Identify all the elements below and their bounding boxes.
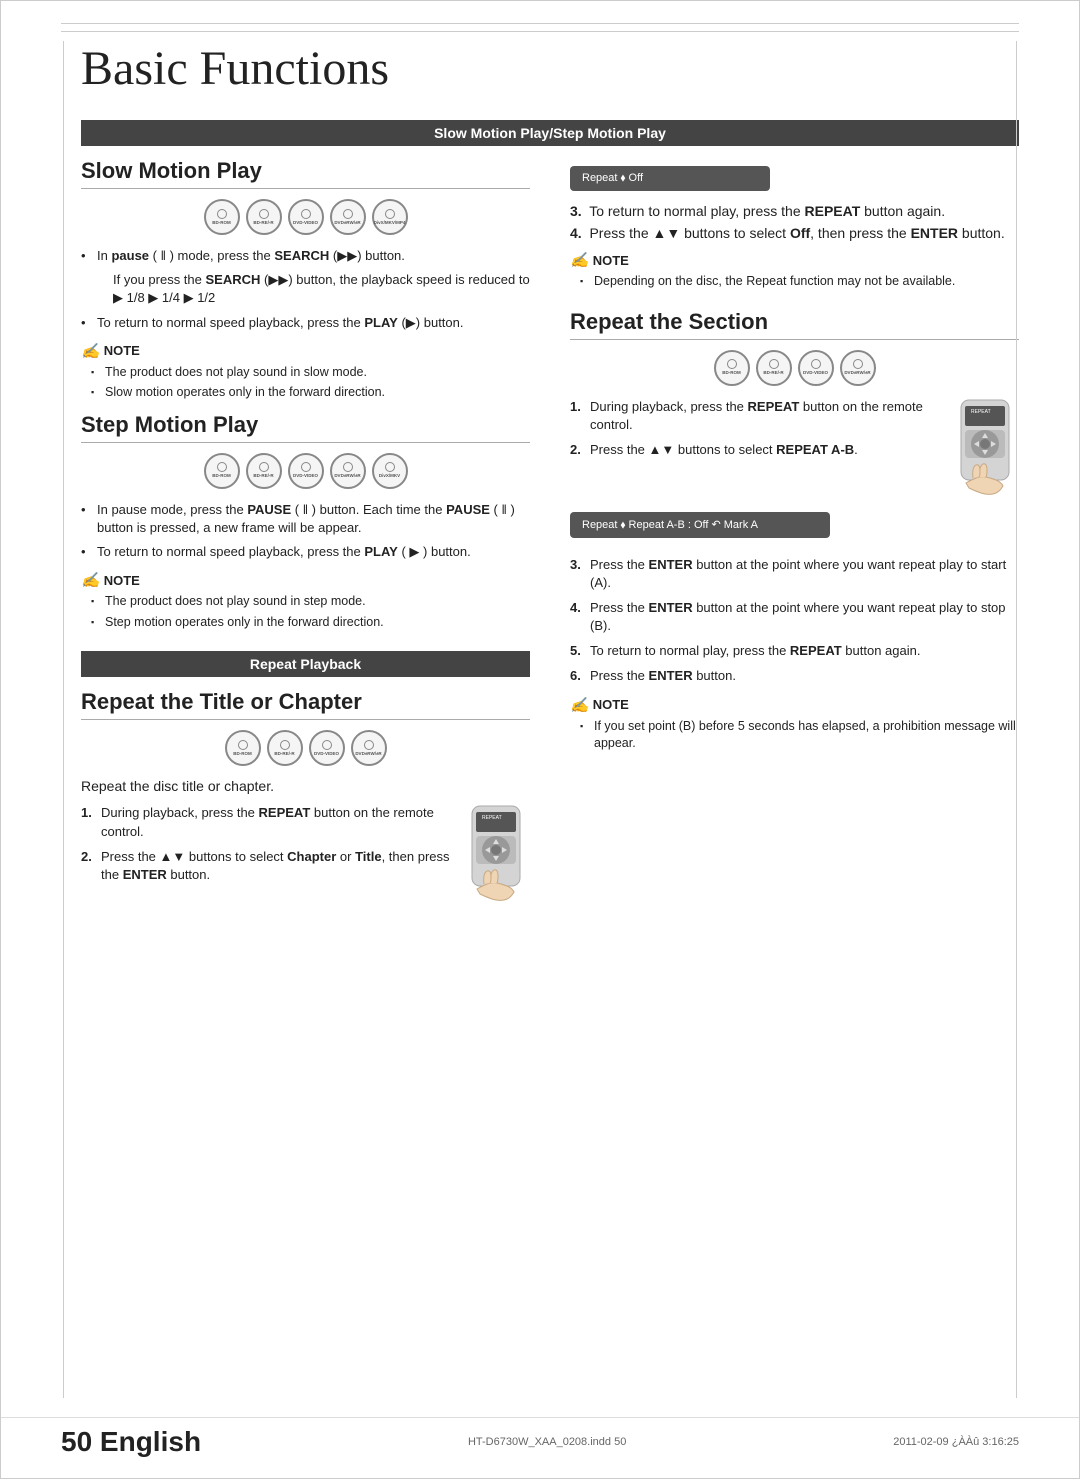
page-footer: 50 English HT-D6730W_XAA_0208.indd 50 20…	[1, 1417, 1079, 1458]
rs-step-5: 5. To return to normal play, press the R…	[570, 642, 1019, 660]
disc-icon-bdrer: BD-RE/-R	[246, 199, 282, 235]
slow-note-2: Slow motion operates only in the forward…	[91, 384, 530, 402]
left-column: Slow Motion Play BD-ROM BD-RE/-R DVD-VID…	[81, 158, 530, 910]
step-motion-note-title: ✍ NOTE	[81, 571, 530, 589]
note-icon: ✍	[81, 342, 100, 360]
right-step-4: 4. Press the ▲▼ buttons to select Off, t…	[570, 225, 1019, 241]
rs-step-2: 2. Press the ▲▼ buttons to select REPEAT…	[570, 441, 941, 459]
page-title: Basic Functions	[81, 41, 1019, 96]
slow-motion-note-title: ✍ NOTE	[81, 342, 530, 360]
footer-timestamp: 2011-02-09 ¿ÀÀû 3:16:25	[893, 1436, 1019, 1448]
repeat-intro: Repeat the disc title or chapter.	[81, 778, 530, 794]
slow-motion-note-list: The product does not play sound in slow …	[81, 364, 530, 402]
disc-icon-dvdrwpmr: DVD±RW/±R	[330, 199, 366, 235]
page-number: 50 English	[61, 1426, 201, 1458]
right-note2-list: If you set point (B) before 5 seconds ha…	[570, 718, 1019, 753]
rs-disc-bdrer: BD-RE/-R	[756, 350, 792, 386]
rs-step-1: 1. During playback, press the REPEAT but…	[570, 398, 941, 434]
step-disc-icon-dvdrw: DVD±RW/±R	[330, 453, 366, 489]
step-motion-title: Step Motion Play	[81, 412, 530, 443]
step-disc-icon-divx: DivX/MKV	[372, 453, 408, 489]
disc-icon-divx: DivX/MKV/MP4	[372, 199, 408, 235]
step-disc-icon-bdrer: BD-RE/-R	[246, 453, 282, 489]
disc-icon-bdrom: BD-ROM	[204, 199, 240, 235]
remote-control-image-2: REPEAT	[951, 398, 1019, 498]
right-note2-title: ✍ NOTE	[570, 696, 1019, 714]
repeat-disc-bdrom: BD-ROM	[225, 730, 261, 766]
repeat-steps-container: REPEAT	[81, 804, 530, 910]
rs-step-4: 4. Press the ENTER button at the point w…	[570, 599, 1019, 635]
screen-display-1: Repeat ⬧ Off	[570, 166, 770, 191]
repeat-title-disc-icons: BD-ROM BD-RE/-R DVD-VIDEO DVD±RW/±R	[81, 730, 530, 766]
repeat-section-title: Repeat the Section	[570, 309, 1019, 340]
slow-note-1: The product does not play sound in slow …	[91, 364, 530, 382]
right-step-3: 3. To return to normal play, press the R…	[570, 203, 1019, 219]
rs-disc-dvdrw: DVD±RW/±R	[840, 350, 876, 386]
screen-display-2: Repeat ⬧ Repeat A-B : Off ↶ Mark A	[570, 512, 830, 538]
right-note2-item: If you set point (B) before 5 seconds ha…	[580, 718, 1019, 753]
right-note-1: ✍ NOTE Depending on the disc, the Repeat…	[570, 251, 1019, 291]
remote-control-image: REPEAT	[462, 804, 530, 904]
note-icon-4: ✍	[570, 696, 589, 714]
section-header-slow-step: Slow Motion Play/Step Motion Play	[81, 120, 1019, 146]
slow-motion-bullets: In pause ( ‖ ) mode, press the SEARCH (▶…	[81, 247, 530, 332]
repeat-title-chapter-heading: Repeat the Title or Chapter	[81, 689, 530, 720]
rs-disc-bdrom: BD-ROM	[714, 350, 750, 386]
repeat-section-steps-container: REPEAT 1.	[570, 398, 1019, 504]
step-note-2: Step motion operates only in the forward…	[91, 614, 530, 632]
slow-motion-title: Slow Motion Play	[81, 158, 530, 189]
rs-disc-dvdvideo: DVD-VIDEO	[798, 350, 834, 386]
rs-step-6: 6. Press the ENTER button.	[570, 667, 1019, 685]
right-note-item: Depending on the disc, the Repeat functi…	[580, 273, 1019, 291]
step-note-1: The product does not play sound in step …	[91, 593, 530, 611]
right-note-title: ✍ NOTE	[570, 251, 1019, 269]
repeat-section-disc-icons: BD-ROM BD-RE/-R DVD-VIDEO DVD±RW/±R	[570, 350, 1019, 386]
slow-bullet-2: To return to normal speed playback, pres…	[81, 314, 530, 332]
right-note-list: Depending on the disc, the Repeat functi…	[570, 273, 1019, 291]
step-disc-icon-dvdvideo: DVD-VIDEO	[288, 453, 324, 489]
svg-text:REPEAT: REPEAT	[971, 409, 991, 415]
repeat-disc-dvdvideo: DVD-VIDEO	[309, 730, 345, 766]
section-header-repeat: Repeat Playback	[81, 651, 530, 677]
right-column: Repeat ⬧ Off 3. To return to normal play…	[570, 158, 1019, 910]
slow-bullet-1: In pause ( ‖ ) mode, press the SEARCH (▶…	[81, 247, 530, 308]
slow-motion-note: ✍ NOTE The product does not play sound i…	[81, 342, 530, 402]
rs-step-3: 3. Press the ENTER button at the point w…	[570, 556, 1019, 592]
repeat-disc-bdrer: BD-RE/-R	[267, 730, 303, 766]
step-motion-note-list: The product does not play sound in step …	[81, 593, 530, 631]
slow-motion-disc-icons: BD-ROM BD-RE/-R DVD-VIDEO DVD±RW/±R DivX…	[81, 199, 530, 235]
right-note-2: ✍ NOTE If you set point (B) before 5 sec…	[570, 696, 1019, 753]
step-bullet-1: In pause mode, press the PAUSE ( ‖ ) but…	[81, 501, 530, 537]
step-motion-note: ✍ NOTE The product does not play sound i…	[81, 571, 530, 631]
repeat-step-2: 2. Press the ▲▼ buttons to select Chapte…	[81, 848, 452, 884]
step-disc-icon-bdrom: BD-ROM	[204, 453, 240, 489]
step-motion-bullets: In pause mode, press the PAUSE ( ‖ ) but…	[81, 501, 530, 562]
step-motion-disc-icons: BD-ROM BD-RE/-R DVD-VIDEO DVD±RW/±R DivX…	[81, 453, 530, 489]
repeat-step-1: 1. During playback, press the REPEAT but…	[81, 804, 452, 840]
note-icon-2: ✍	[81, 571, 100, 589]
svg-text:REPEAT: REPEAT	[482, 815, 502, 821]
repeat-disc-dvdrw: DVD±RW/±R	[351, 730, 387, 766]
step-bullet-2: To return to normal speed playback, pres…	[81, 543, 530, 561]
note-icon-3: ✍	[570, 251, 589, 269]
disc-icon-dvdvideo: DVD-VIDEO	[288, 199, 324, 235]
repeat-section-steps-list-2: 3. Press the ENTER button at the point w…	[570, 556, 1019, 686]
footer-filename: HT-D6730W_XAA_0208.indd 50	[468, 1436, 626, 1448]
